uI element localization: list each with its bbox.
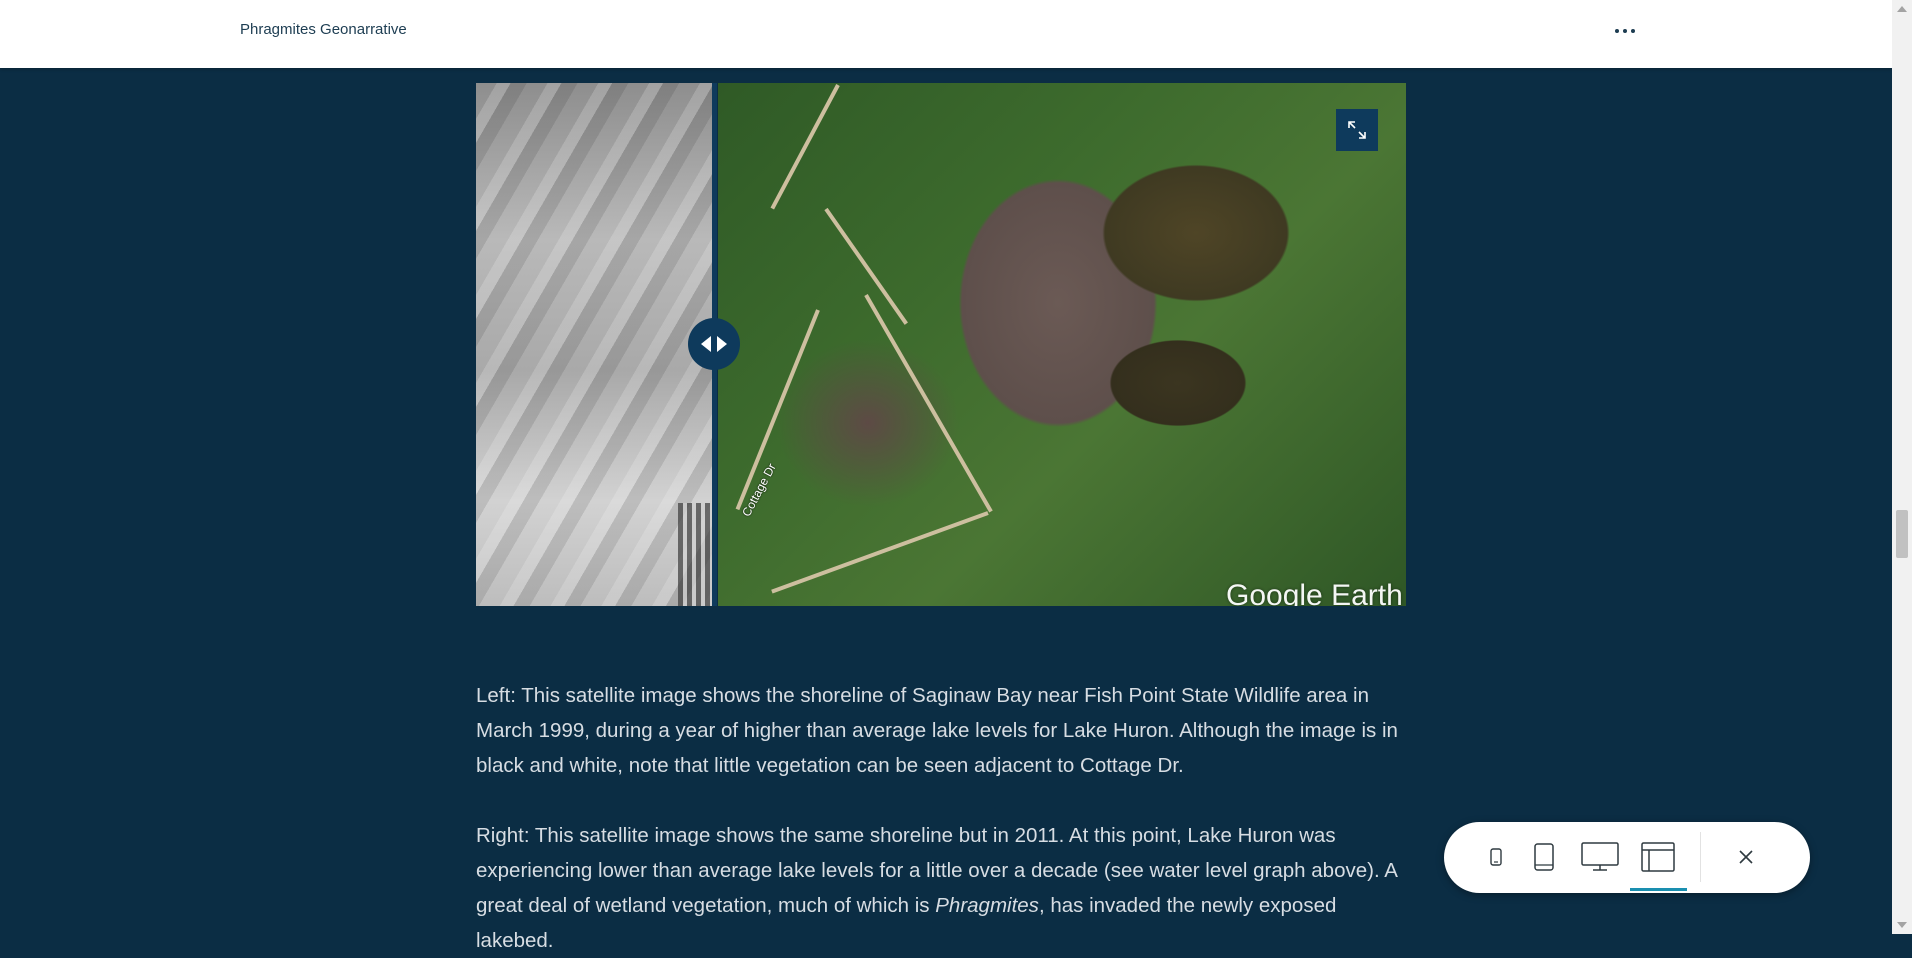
browser-window-icon	[1641, 842, 1675, 872]
swipe-handle[interactable]	[688, 318, 740, 370]
tablet-icon	[1534, 843, 1554, 871]
browser-preview-button[interactable]	[1640, 834, 1676, 880]
expand-icon	[1348, 121, 1366, 139]
monitor-icon	[1581, 842, 1619, 871]
more-options-button[interactable]	[1610, 18, 1640, 44]
phragmites-term: Phragmites	[935, 894, 1039, 917]
site-title[interactable]: Phragmites Geonarrative	[240, 21, 407, 38]
scroll-up-icon[interactable]	[1897, 6, 1907, 12]
dirt-road	[770, 84, 840, 210]
scroll-down-icon[interactable]	[1897, 922, 1907, 928]
more-horizontal-icon	[1615, 29, 1619, 33]
desktop-preview-button[interactable]	[1580, 834, 1620, 880]
arrow-right-icon	[717, 336, 727, 352]
arrow-left-icon	[701, 336, 711, 352]
toolbar-divider	[1700, 832, 1701, 882]
caption-right: Right: This satellite image shows the sa…	[476, 824, 1397, 952]
close-icon	[1739, 850, 1753, 864]
phone-preview-button[interactable]	[1488, 834, 1504, 880]
left-satellite-image-1999	[476, 83, 714, 606]
phone-icon	[1490, 848, 1502, 866]
google-earth-watermark: Google Earth	[1226, 579, 1403, 606]
page-scrollbar[interactable]	[1892, 0, 1912, 934]
tablet-preview-button[interactable]	[1532, 834, 1556, 880]
expand-button[interactable]	[1336, 109, 1378, 151]
preview-device-toolbar	[1444, 822, 1810, 893]
close-preview-button[interactable]	[1736, 834, 1756, 880]
image-swipe-comparison[interactable]: Cottage Dr Google Earth	[476, 83, 1406, 606]
active-preview-indicator	[1630, 888, 1687, 891]
scrollbar-thumb[interactable]	[1896, 510, 1908, 558]
caption-left: Left: This satellite image shows the sho…	[476, 684, 1398, 777]
right-satellite-image-2011: Cottage Dr Google Earth	[718, 83, 1406, 606]
top-header: Phragmites Geonarrative	[0, 0, 1892, 68]
